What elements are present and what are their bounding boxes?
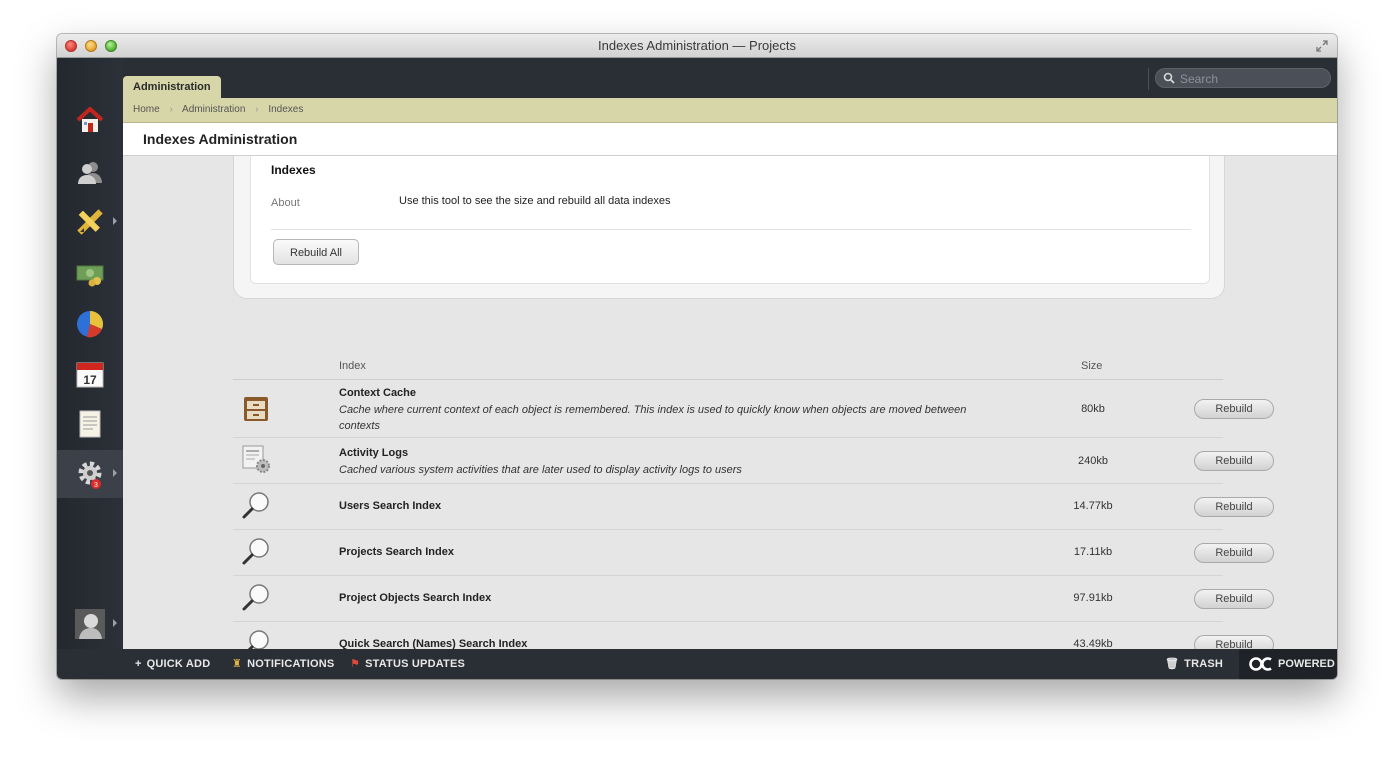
table-row: Users Search Index 14.77kb Rebuild [233,484,1274,530]
index-size: 17.11kb [1073,546,1113,558]
breadcrumb-indexes[interactable]: Indexes [268,104,303,115]
people-icon [78,162,102,184]
search-icon [1163,72,1175,84]
breadcrumb: Home › Administration › Indexes [123,98,1337,123]
expand-arrow-icon [113,619,117,627]
top-bar: Administration [123,58,1337,98]
powered-by[interactable]: POWERED [1239,649,1337,679]
notifications-label: NOTIFICATIONS [247,658,335,670]
status-updates-button[interactable]: ⚑ STATUS UPDATES [350,649,465,679]
svg-text:3: 3 [94,482,98,489]
fullscreen-icon[interactable] [1315,39,1329,53]
plus-icon: + [135,658,142,670]
bell-icon: ♜ [232,658,243,670]
sidebar-item-tools[interactable] [57,198,123,246]
index-size: 80kb [1081,403,1105,415]
main-content: Indexes About Use this tool to see the s… [123,156,1337,649]
sidebar-item-profile[interactable] [57,600,123,648]
about-text: Use this tool to see the size and rebuil… [399,195,671,207]
flag-icon: ⚑ [350,658,361,670]
column-header-index: Index [339,360,366,372]
index-name: Quick Search (Names) Search Index [339,638,528,649]
about-label: About [271,197,300,209]
search-input[interactable] [1178,70,1328,88]
column-header-size: Size [1081,360,1103,372]
index-size: 43.49kb [1073,638,1113,649]
divider [271,229,1191,230]
index-name: Projects Search Index [339,546,454,558]
trash-button[interactable]: 🗑 TRASH [1165,649,1223,679]
sidebar-item-reports[interactable] [57,300,123,348]
trash-label: TRASH [1184,658,1224,670]
rebuild-button[interactable]: Rebuild [1194,399,1274,419]
page-title: Indexes Administration [123,123,1337,156]
sidebar-item-notes[interactable] [57,400,123,448]
table-row: Context Cache Cache where current contex… [233,380,1274,438]
window-title: Indexes Administration — Projects [598,38,796,53]
quick-add-label: QUICK ADD [146,658,211,670]
indexes-panel: Indexes About Use this tool to see the s… [233,156,1225,299]
index-size: 240kb [1078,455,1108,467]
index-description: Cache where current context of each obje… [339,404,967,432]
ac-logo-icon [1249,657,1272,671]
rebuild-all-button[interactable]: Rebuild All [273,239,359,265]
status-updates-label: STATUS UPDATES [365,658,466,670]
index-description: Cached various system activities that ar… [339,464,742,476]
money-icon [76,265,104,287]
rebuild-button[interactable]: Rebuild [1194,497,1274,517]
tab-administration[interactable]: Administration [123,76,221,98]
index-size: 97.91kb [1073,592,1113,604]
indexes-panel-body: Indexes About Use this tool to see the s… [250,156,1210,284]
chevron-right-icon: › [169,104,173,115]
rebuild-button[interactable]: Rebuild [1194,635,1274,649]
expand-arrow-icon [113,217,117,225]
breadcrumb-home[interactable]: Home [133,104,160,115]
table-row: Quick Search (Names) Search Index 43.49k… [233,622,1274,649]
rebuild-button[interactable]: Rebuild [1194,451,1274,471]
search-box[interactable] [1155,68,1331,88]
bottom-bar: + QUICK ADD ♜ NOTIFICATIONS ⚑ STATUS UPDATE… [57,649,1337,679]
breadcrumb-administration[interactable]: Administration [182,104,245,115]
expand-arrow-icon [113,469,117,477]
sidebar-item-finance[interactable] [57,250,123,298]
svg-text:17: 17 [83,373,97,387]
notifications-button[interactable]: ♜ NOTIFICATIONS [232,649,334,679]
home-icon [76,107,104,132]
panel-title: Indexes [271,163,316,177]
sidebar-item-calendar[interactable]: 17 [57,350,123,398]
archive-box-icon [244,397,268,421]
gear-icon: 3 [78,461,102,489]
table-row: Projects Search Index 17.11kb Rebuild [233,530,1274,576]
rebuild-button[interactable]: Rebuild [1194,543,1274,563]
notes-icon [79,410,101,438]
index-name: Context Cache [339,387,417,399]
title-bar: Indexes Administration — Projects [57,34,1337,58]
divider [1148,68,1149,90]
sidebar-item-home[interactable] [57,96,123,144]
index-name: Activity Logs [339,447,409,459]
chevron-right-icon: › [255,104,259,115]
index-name: Users Search Index [339,500,442,512]
magnifier-icon [242,584,269,611]
sidebar-item-people[interactable] [57,148,123,196]
magnifier-icon [242,538,269,565]
app-window: Indexes Administration — Projects 17 3 A… [57,34,1337,679]
table-row: Project Objects Search Index 97.91kb Reb… [233,576,1274,622]
magnifier-icon [247,630,269,649]
index-size: 14.77kb [1073,500,1113,512]
index-name: Project Objects Search Index [339,592,492,604]
pie-chart-icon [77,311,103,338]
avatar-icon [75,609,105,639]
calendar-icon: 17 [76,362,104,388]
quick-add-button[interactable]: + QUICK ADD [135,649,210,679]
trash-icon: 🗑 [1165,658,1180,670]
pencil-ruler-icon [77,209,103,235]
powered-label: POWERED [1278,658,1335,670]
table-row: Activity Logs Cached various system acti… [233,438,1274,484]
app-sidebar: 17 3 [57,58,123,649]
rebuild-button[interactable]: Rebuild [1194,589,1274,609]
sidebar-item-administration[interactable]: 3 [57,450,123,498]
news-gear-icon [242,445,270,473]
magnifier-icon [242,492,269,519]
